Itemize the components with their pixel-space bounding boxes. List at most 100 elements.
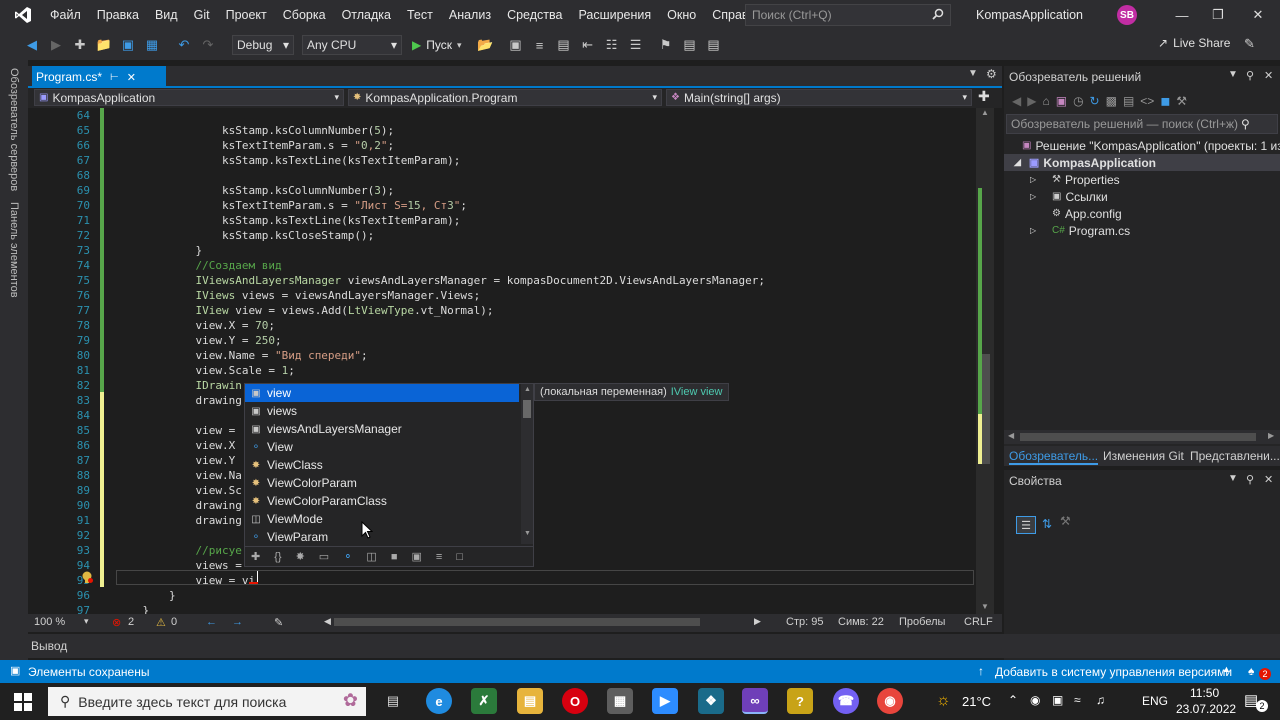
- code-line[interactable]: IView view = views.Add(LtViewType.vt_Nor…: [116, 303, 493, 318]
- open-folder-icon[interactable]: 📁: [94, 35, 114, 55]
- forward-icon[interactable]: ▶: [46, 35, 66, 55]
- back-icon[interactable]: ◀: [1012, 94, 1021, 108]
- filter-delegate-icon[interactable]: ■: [391, 551, 398, 563]
- scroll-down-icon[interactable]: ▼: [981, 602, 989, 611]
- refresh-icon[interactable]: ↻: [1090, 94, 1100, 108]
- zoom-level[interactable]: 100 %: [34, 616, 65, 628]
- filter-enum-icon[interactable]: ◫: [366, 550, 376, 563]
- taskbar-search-input[interactable]: ⚲ Введите здесь текст для поиска ✿: [48, 687, 366, 716]
- close-icon[interactable]: ✕: [1240, 0, 1276, 30]
- windows-start-icon[interactable]: [14, 693, 32, 714]
- code-line[interactable]: drawing: [116, 513, 241, 528]
- line-indicator[interactable]: Стр: 95: [786, 616, 823, 628]
- code-line[interactable]: ksStamp.ksCloseStamp();: [116, 228, 374, 243]
- completion-item[interactable]: ✸ ViewColorParam: [245, 474, 519, 492]
- close-icon[interactable]: ✕: [1264, 473, 1273, 486]
- warning-icon[interactable]: ⚠: [156, 616, 166, 629]
- completion-item[interactable]: ⚬ View: [245, 438, 519, 456]
- pin-icon[interactable]: ⊢: [110, 72, 119, 83]
- chevron-down-icon[interactable]: ▾: [84, 616, 89, 627]
- whitespace-indicator[interactable]: Пробелы: [899, 616, 945, 628]
- scroll-up-icon[interactable]: ▲: [524, 386, 531, 393]
- indent-icon[interactable]: ⇤: [578, 35, 598, 55]
- pin-icon[interactable]: ⚲: [1246, 69, 1254, 82]
- completion-item[interactable]: ◫ ViewMode: [245, 510, 519, 528]
- pin-icon[interactable]: ⚲: [1246, 473, 1254, 486]
- menu-item[interactable]: Окно: [659, 0, 704, 30]
- completion-item[interactable]: ⚬ ViewParam: [245, 528, 519, 546]
- alphabetical-icon[interactable]: ⇅: [1042, 517, 1052, 531]
- code-line[interactable]: //Создаем вид: [116, 258, 281, 273]
- arrow-up-icon[interactable]: ↑: [978, 664, 984, 678]
- uncomment-icon[interactable]: ☰: [626, 35, 646, 55]
- configuration-select[interactable]: Debug ▾: [232, 35, 294, 55]
- close-icon[interactable]: ✕: [1264, 69, 1273, 82]
- code-line[interactable]: }: [116, 243, 202, 258]
- completion-scrollbar-thumb[interactable]: [523, 400, 531, 418]
- code-line[interactable]: IViews views = viewsAndLayersManager.Vie…: [116, 288, 480, 303]
- platform-select[interactable]: Any CPU ▾: [302, 35, 402, 55]
- bookmark-icon[interactable]: ⚑: [656, 35, 676, 55]
- scroll-right-icon[interactable]: ▶: [754, 616, 761, 627]
- panel-menu-icon[interactable]: ▼: [1228, 473, 1238, 484]
- code-line[interactable]: view.Scale = 1;: [116, 363, 294, 378]
- tree-item[interactable]: ▷ ▣ Ссылки: [1030, 188, 1108, 205]
- code-line[interactable]: }: [116, 588, 176, 603]
- zoom-icon[interactable]: ▶: [652, 688, 678, 714]
- class-dropdown[interactable]: ✸ KompasApplication.Program ▾: [348, 89, 662, 106]
- completion-item[interactable]: ✸ ViewClass: [245, 456, 519, 474]
- panel-menu-icon[interactable]: ▼: [1228, 69, 1238, 80]
- collapsed-triangle-icon[interactable]: ▷: [1030, 192, 1042, 201]
- horizontal-scrollbar-thumb[interactable]: [334, 618, 700, 626]
- bookmark-prev-icon[interactable]: ▤: [680, 35, 700, 55]
- kompas-icon[interactable]: ❖: [698, 688, 724, 714]
- code-cleanup-icon[interactable]: ✎: [274, 616, 283, 629]
- screenshot-icon[interactable]: ▣: [506, 35, 526, 55]
- line-ending-indicator[interactable]: CRLF: [964, 616, 993, 628]
- visual-studio-icon[interactable]: ∞: [742, 688, 768, 714]
- code-line[interactable]: ksStamp.ksColumnNumber(5);: [116, 123, 394, 138]
- visual-studio-logo-icon[interactable]: [12, 4, 34, 26]
- wrench-icon[interactable]: ⚒: [1176, 94, 1187, 108]
- task-view-icon[interactable]: ▤: [380, 688, 406, 714]
- calculator-icon[interactable]: ▦: [607, 688, 633, 714]
- code-line[interactable]: ksTextItemParam.s = "Лист S=15, Ст3";: [116, 198, 467, 213]
- code-line[interactable]: view =: [116, 423, 235, 438]
- code-line[interactable]: view.Y = 250;: [116, 333, 281, 348]
- code-line[interactable]: ksStamp.ksTextLine(ksTextItemParam);: [116, 153, 460, 168]
- code-line[interactable]: ksStamp.ksColumnNumber(3);: [116, 183, 394, 198]
- save-all-icon[interactable]: ▦: [142, 35, 162, 55]
- panel-tab[interactable]: Изменения Git: [1103, 449, 1184, 463]
- chevron-up-icon[interactable]: ▲: [1222, 664, 1231, 674]
- panel-tab[interactable]: Представлени...: [1190, 449, 1280, 463]
- server-explorer-tab[interactable]: Обозреватель серверов: [8, 68, 20, 191]
- code-line[interactable]: view.Sc: [116, 483, 241, 498]
- lightbulb-icon[interactable]: [80, 570, 94, 584]
- restore-icon[interactable]: ❐: [1200, 0, 1236, 30]
- home-icon[interactable]: ⌂: [1042, 94, 1049, 108]
- collapsed-triangle-icon[interactable]: ▷: [1030, 175, 1042, 184]
- scroll-left-icon[interactable]: ◀: [324, 616, 331, 627]
- completion-item[interactable]: ▣ views: [245, 402, 519, 420]
- bookmark-next-icon[interactable]: ▤: [704, 35, 724, 55]
- menu-item[interactable]: Проект: [218, 0, 275, 30]
- tree-item[interactable]: ⚙ App.config: [1030, 205, 1122, 222]
- weather-sun-icon[interactable]: ☼: [936, 692, 951, 710]
- menu-item[interactable]: Средства: [499, 0, 570, 30]
- completion-scrollbar[interactable]: ▲ ▼: [521, 384, 533, 544]
- menu-item[interactable]: Файл: [42, 0, 89, 30]
- clock-time[interactable]: 11:50: [1190, 686, 1219, 700]
- solution-horizontal-scrollbar[interactable]: ◀ ▶: [1004, 430, 1280, 444]
- tray-app-icon[interactable]: ◉: [1030, 693, 1040, 707]
- code-line[interactable]: ksStamp.ksTextLine(ksTextItemParam);: [116, 213, 460, 228]
- wifi-icon[interactable]: ≈: [1074, 693, 1081, 707]
- notifications-icon[interactable]: ♠: [1248, 664, 1254, 678]
- temperature[interactable]: 21°C: [962, 694, 991, 709]
- filter-local-icon[interactable]: ▣: [411, 550, 421, 563]
- preview-icon[interactable]: ◼: [1160, 94, 1170, 108]
- code-view-icon[interactable]: <>: [1140, 94, 1154, 108]
- code-line[interactable]: view.Name = "Вид спереди";: [116, 348, 367, 363]
- tree-item[interactable]: ▷ C# Program.cs: [1030, 222, 1130, 239]
- close-icon[interactable]: ✕: [127, 71, 136, 84]
- panel-tab[interactable]: Обозреватель...: [1009, 449, 1099, 465]
